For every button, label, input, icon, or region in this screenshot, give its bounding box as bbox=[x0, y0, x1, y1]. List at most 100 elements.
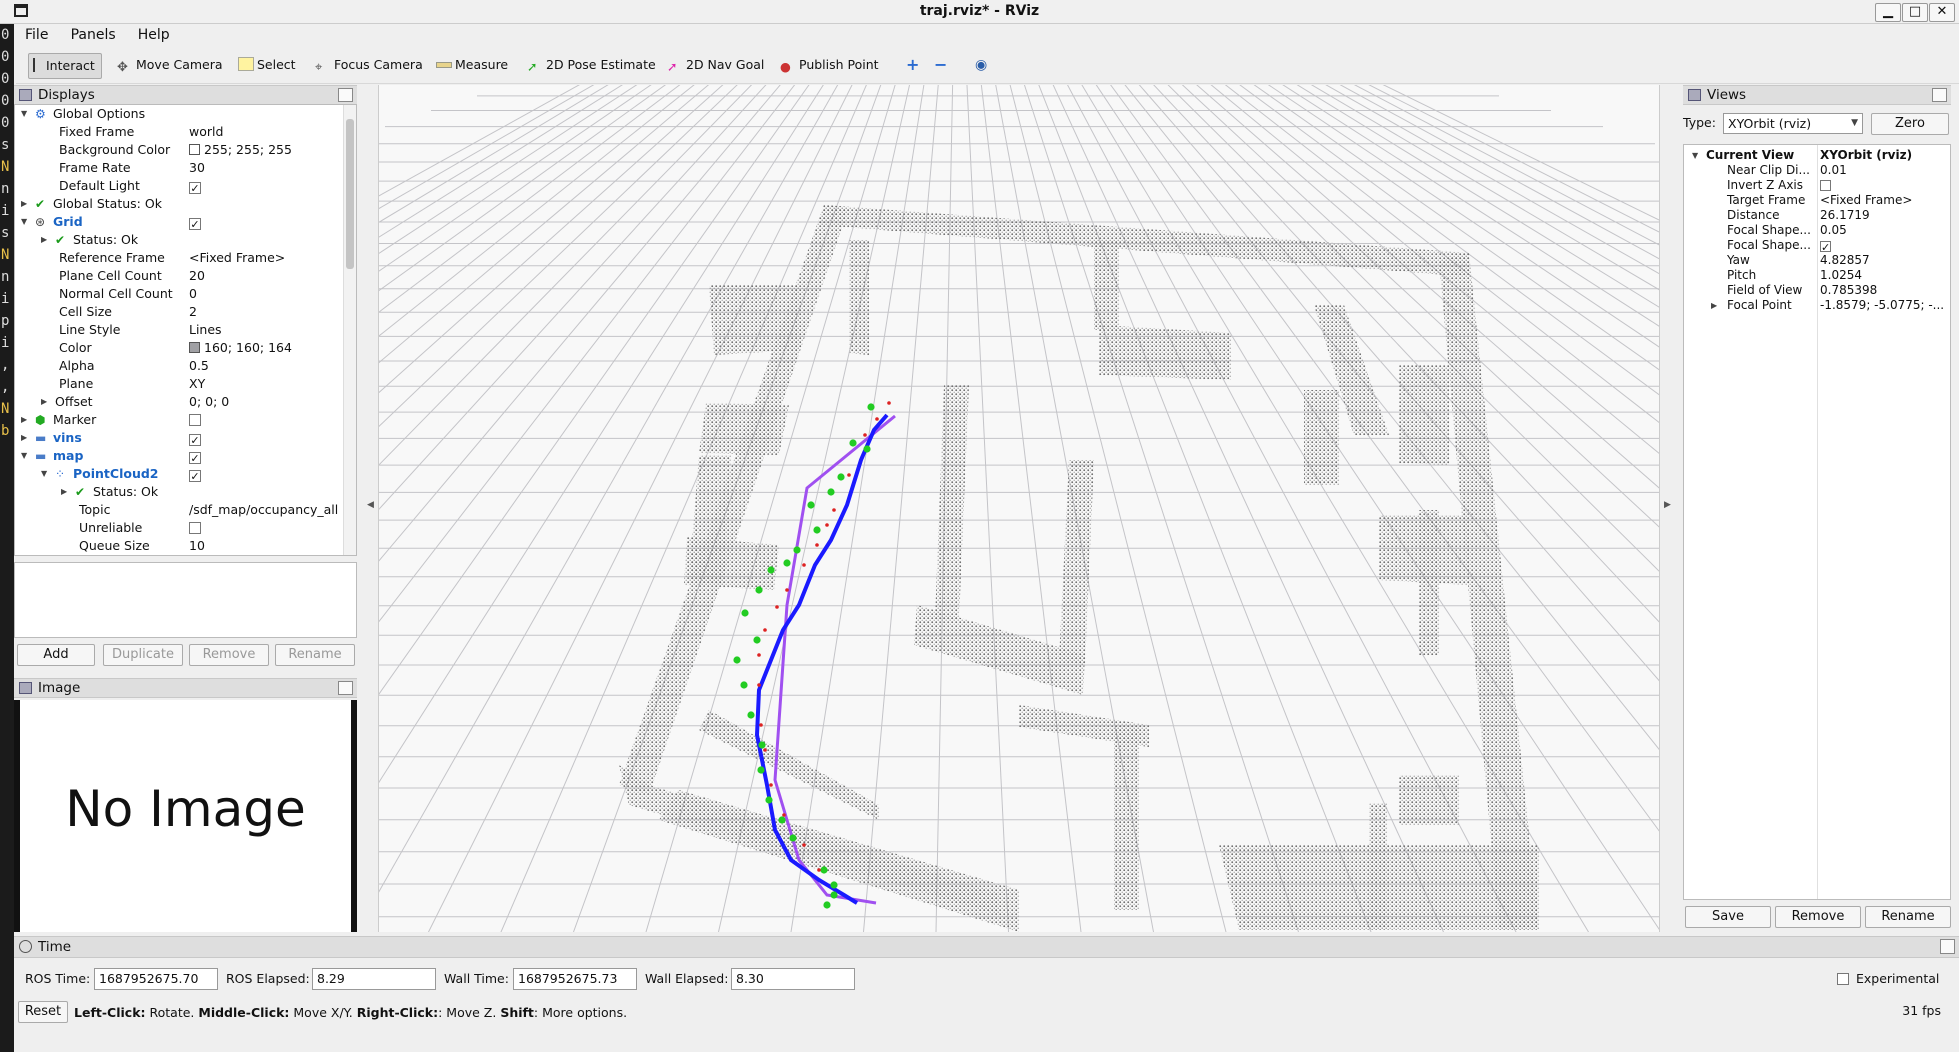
tool-publish-point[interactable]: ● Publish Point bbox=[776, 53, 885, 79]
display-row[interactable]: ▶ ✔ Global Status: Ok bbox=[15, 195, 343, 213]
views-remove-button[interactable]: Remove bbox=[1775, 906, 1861, 928]
display-value[interactable]: ✓ bbox=[189, 447, 201, 465]
display-row[interactable]: ▶ ✔ Status: Ok bbox=[15, 483, 343, 501]
tool-2d-nav-goal[interactable]: ➚ 2D Nav Goal bbox=[663, 53, 770, 79]
view-value[interactable]: 0.01 bbox=[1820, 163, 1847, 178]
display-value[interactable]: 255; 255; 255 bbox=[189, 141, 292, 159]
zero-button[interactable]: Zero bbox=[1871, 113, 1949, 135]
wall-elapsed-field[interactable]: 8.30 bbox=[731, 968, 855, 990]
views-rename-button[interactable]: Rename bbox=[1865, 906, 1951, 928]
display-value[interactable]: 0 bbox=[189, 285, 197, 303]
display-row[interactable]: ▶ ▬ vins ✓ bbox=[15, 429, 343, 447]
tree-scrollbar[interactable] bbox=[343, 105, 356, 555]
display-value[interactable]: ✓ bbox=[189, 429, 201, 447]
view-checkbox[interactable] bbox=[1820, 180, 1831, 191]
tool-interact[interactable]: Interact bbox=[28, 53, 102, 79]
display-value[interactable]: XY bbox=[189, 375, 205, 393]
display-value[interactable]: 20 bbox=[189, 267, 205, 285]
display-row[interactable]: Frame Rate 30 bbox=[15, 159, 343, 177]
display-row[interactable]: Normal Cell Count 0 bbox=[15, 285, 343, 303]
display-checkbox[interactable]: ✓ bbox=[189, 218, 201, 230]
view-value[interactable]: XYOrbit (rviz) bbox=[1820, 148, 1912, 163]
view-value[interactable]: -1.8579; -5.0775; -... bbox=[1820, 298, 1944, 313]
display-row[interactable]: Unreliable bbox=[15, 519, 343, 537]
collapse-right-icon[interactable]: ▶ bbox=[1664, 500, 1671, 510]
tool-2d-pose-estimate[interactable]: ➚ 2D Pose Estimate bbox=[523, 53, 662, 79]
eye-icon[interactable]: ◉ bbox=[971, 53, 993, 79]
view-value[interactable] bbox=[1820, 178, 1831, 193]
display-value[interactable]: 30 bbox=[189, 159, 205, 177]
maximize-button[interactable]: □ bbox=[1902, 3, 1928, 22]
display-row[interactable]: Queue Size 10 bbox=[15, 537, 343, 555]
display-row[interactable]: Plane Cell Count 20 bbox=[15, 267, 343, 285]
display-row[interactable]: Fixed Frame world bbox=[15, 123, 343, 141]
display-checkbox[interactable] bbox=[189, 414, 201, 426]
render-viewport[interactable] bbox=[378, 85, 1660, 932]
chevron-right-icon[interactable]: ▶ bbox=[61, 488, 69, 496]
display-value[interactable]: ✓ bbox=[189, 177, 201, 195]
display-value[interactable]: 160; 160; 164 bbox=[189, 339, 292, 357]
display-value[interactable]: 2 bbox=[189, 303, 197, 321]
display-value[interactable] bbox=[189, 411, 201, 429]
display-row[interactable]: ▶ ✔ Status: Ok bbox=[15, 231, 343, 249]
display-row[interactable]: Cell Size 2 bbox=[15, 303, 343, 321]
chevron-down-icon[interactable]: ▼ bbox=[21, 452, 29, 460]
display-value[interactable]: 10 bbox=[189, 537, 205, 555]
color-swatch[interactable] bbox=[189, 342, 200, 353]
display-row[interactable]: Default Light ✓ bbox=[15, 177, 343, 195]
display-row[interactable]: Alpha 0.5 bbox=[15, 357, 343, 375]
display-row[interactable]: Color 160; 160; 164 bbox=[15, 339, 343, 357]
float-button[interactable] bbox=[1932, 88, 1947, 102]
float-button[interactable] bbox=[1940, 939, 1955, 954]
rename-button[interactable]: Rename bbox=[275, 644, 355, 666]
reset-button[interactable]: Reset bbox=[18, 1001, 68, 1023]
display-checkbox[interactable]: ✓ bbox=[189, 182, 201, 194]
display-row[interactable]: ▼ ⊛ Grid ✓ bbox=[15, 213, 343, 231]
chevron-right-icon[interactable]: ▶ bbox=[41, 398, 49, 406]
remove-button[interactable]: Remove bbox=[189, 644, 269, 666]
collapse-left-icon[interactable]: ◀ bbox=[367, 500, 374, 510]
chevron-right-icon[interactable]: ▶ bbox=[41, 236, 49, 244]
view-value[interactable]: 1.0254 bbox=[1820, 268, 1862, 283]
view-type-select[interactable]: XYOrbit (rviz) ▼ bbox=[1723, 113, 1863, 134]
scene-svg[interactable] bbox=[379, 85, 1660, 932]
view-value[interactable]: 26.1719 bbox=[1820, 208, 1870, 223]
display-checkbox[interactable] bbox=[189, 522, 201, 534]
display-row[interactable]: ▶ Offset 0; 0; 0 bbox=[15, 393, 343, 411]
views-save-button[interactable]: Save bbox=[1685, 906, 1771, 928]
chevron-down-icon[interactable]: ▼ bbox=[21, 110, 29, 118]
display-row[interactable]: ▼ ⚙ Global Options bbox=[15, 105, 343, 123]
chevron-down-icon[interactable]: ▼ bbox=[41, 470, 49, 478]
display-row[interactable]: Background Color 255; 255; 255 bbox=[15, 141, 343, 159]
view-value[interactable]: 0.05 bbox=[1820, 223, 1847, 238]
display-value[interactable]: 0; 0; 0 bbox=[189, 393, 229, 411]
display-checkbox[interactable]: ✓ bbox=[189, 470, 201, 482]
display-checkbox[interactable]: ✓ bbox=[189, 434, 201, 446]
ros-time-field[interactable]: 1687952675.70 bbox=[94, 968, 218, 990]
menu-file[interactable]: File bbox=[16, 24, 57, 43]
display-row[interactable]: Topic/sdf_map/occupancy_all bbox=[15, 501, 343, 519]
tool-move-camera[interactable]: ✥ Move Camera bbox=[113, 53, 229, 79]
menu-help[interactable]: Help bbox=[129, 24, 179, 43]
display-value[interactable]: Lines bbox=[189, 321, 222, 339]
chevron-right-icon[interactable]: ▶ bbox=[21, 434, 29, 442]
float-button[interactable] bbox=[338, 88, 353, 102]
display-value[interactable]: <Fixed Frame> bbox=[189, 249, 285, 267]
display-row[interactable]: ▼ ▬ map ✓ bbox=[15, 447, 343, 465]
display-row[interactable]: Line Style Lines bbox=[15, 321, 343, 339]
view-value[interactable]: 4.82857 bbox=[1820, 253, 1870, 268]
view-value[interactable]: 0.785398 bbox=[1820, 283, 1877, 298]
add-button[interactable]: Add bbox=[17, 644, 95, 666]
view-checkbox[interactable]: ✓ bbox=[1820, 241, 1831, 253]
wall-time-field[interactable]: 1687952675.73 bbox=[513, 968, 637, 990]
display-row[interactable]: ▶ ⬢ Marker bbox=[15, 411, 343, 429]
color-swatch[interactable] bbox=[189, 144, 200, 155]
ros-elapsed-field[interactable]: 8.29 bbox=[312, 968, 436, 990]
view-value[interactable]: <Fixed Frame> bbox=[1820, 193, 1912, 208]
tool-select[interactable]: Select bbox=[234, 53, 302, 79]
display-row[interactable]: Plane XY bbox=[15, 375, 343, 393]
chevron-down-icon[interactable]: ▼ bbox=[1692, 152, 1700, 160]
minimize-button[interactable]: ▁ bbox=[1875, 3, 1901, 22]
experimental-checkbox[interactable] bbox=[1837, 973, 1849, 985]
display-value[interactable]: world bbox=[189, 123, 223, 141]
